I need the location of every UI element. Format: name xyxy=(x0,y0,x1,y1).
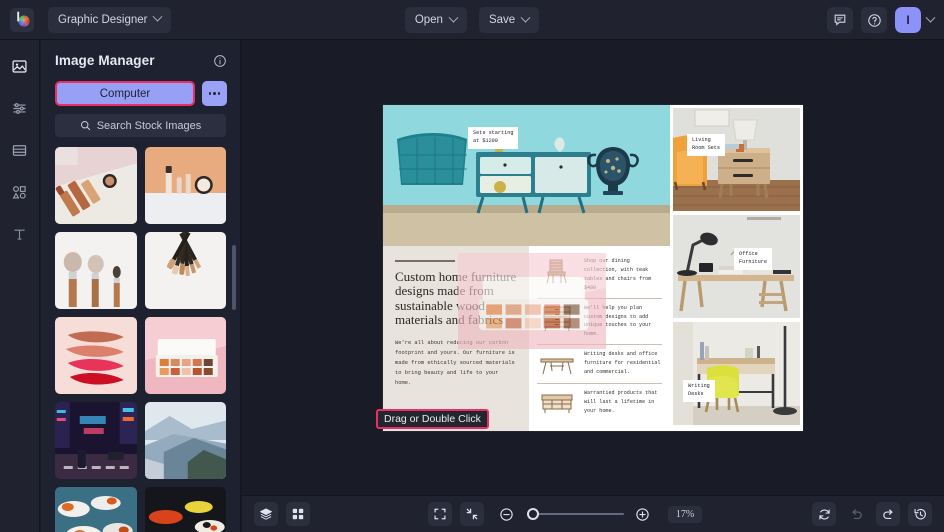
undo-icon[interactable] xyxy=(844,502,868,526)
ellipsis-icon[interactable] xyxy=(202,81,227,106)
mode-menu-button[interactable]: Graphic Designer xyxy=(48,6,172,33)
zoom-slider[interactable] xyxy=(526,508,624,520)
thumbnail-grid xyxy=(55,147,226,532)
hero-image: Sets starting at $1200 xyxy=(383,105,670,246)
reset-icon[interactable] xyxy=(812,502,836,526)
divider xyxy=(395,260,455,262)
save-button[interactable]: Save xyxy=(478,7,540,33)
avatar-chevron-down-icon[interactable] xyxy=(925,12,936,23)
list-item[interactable] xyxy=(55,147,137,224)
top-bar: Graphic Designer Open Save I xyxy=(0,0,944,40)
avatar-initial: I xyxy=(906,13,910,27)
chevron-down-icon xyxy=(153,11,163,22)
source-buttons-row: Computer xyxy=(41,68,240,106)
photo-office-furniture: Office Furniture xyxy=(673,215,800,318)
list-item[interactable] xyxy=(55,402,137,479)
search-placeholder-label: Search Stock Images xyxy=(96,119,202,132)
list-item[interactable] xyxy=(144,147,226,224)
zoom-level-badge[interactable]: 17% xyxy=(667,505,703,523)
bottom-toolbar: 17% xyxy=(242,495,944,532)
zoom-in-icon[interactable] xyxy=(632,503,654,525)
photo-tag: Living Room Sets xyxy=(687,134,726,156)
help-circle-icon[interactable] xyxy=(861,7,887,33)
list-item[interactable] xyxy=(55,317,137,394)
chevron-down-icon xyxy=(448,12,459,23)
list-item[interactable] xyxy=(144,232,226,309)
redo-icon[interactable] xyxy=(876,502,900,526)
list-item[interactable] xyxy=(144,402,226,479)
search-icon xyxy=(80,120,91,131)
sideboard-icon xyxy=(537,389,577,417)
sidebar-item-layouts[interactable] xyxy=(7,137,33,163)
panel-scrollbar[interactable] xyxy=(232,245,236,310)
photo-living-room: Living Room Sets xyxy=(673,108,800,211)
feature-text: Warrantied products that will last a lif… xyxy=(584,390,658,415)
sidebar-item-text[interactable] xyxy=(7,221,33,247)
computer-source-button[interactable]: Computer xyxy=(55,81,195,106)
open-button[interactable]: Open xyxy=(404,7,467,33)
writing-desk-icon xyxy=(537,350,577,378)
photo-tag: Office Furniture xyxy=(734,248,773,270)
canvas-area[interactable]: Sets starting at $1200 Custom home furni… xyxy=(242,40,944,495)
zoom-out-icon[interactable] xyxy=(496,503,518,525)
zoom-slider-handle[interactable] xyxy=(526,508,539,520)
list-item[interactable] xyxy=(144,317,226,394)
photo-writing-desk: Writing Desks xyxy=(673,322,800,425)
app-root: Graphic Designer Open Save I Image Manag… xyxy=(0,0,944,532)
chevron-down-icon xyxy=(520,12,531,23)
sidebar-item-image-manager[interactable] xyxy=(7,53,33,79)
dragged-image-preview[interactable] xyxy=(458,253,606,349)
list-item: Warrantied products that will last a lif… xyxy=(537,383,662,422)
feature-text: Writing desks and office furniture for r… xyxy=(584,351,661,376)
layers-icon[interactable] xyxy=(254,502,278,526)
computer-source-label: Computer xyxy=(99,87,151,100)
color-wheel-logo-icon[interactable] xyxy=(10,7,34,32)
sidebar-item-adjustments[interactable] xyxy=(7,95,33,121)
panel-header: Image Manager xyxy=(41,40,240,68)
shrink-to-fit-button[interactable] xyxy=(459,502,484,526)
photo-column: Living Room Sets Office Furniture Writin… xyxy=(670,105,803,431)
drag-hint-tooltip: Drag or Double Click xyxy=(376,409,489,429)
page-title: Image Manager xyxy=(55,53,155,68)
grid-icon[interactable] xyxy=(286,502,310,526)
avatar[interactable]: I xyxy=(895,7,921,33)
zoom-controls: 17% xyxy=(496,503,703,525)
fit-screen-button[interactable] xyxy=(427,502,452,526)
hero-price-tag: Sets starting at $1200 xyxy=(468,127,519,149)
image-manager-panel: Image Manager Computer Search Stock Imag… xyxy=(41,40,241,532)
save-label: Save xyxy=(488,14,516,26)
tool-rail xyxy=(0,40,40,532)
list-item[interactable] xyxy=(55,232,137,309)
comment-icon[interactable] xyxy=(827,7,853,33)
photo-tag: Writing Desks xyxy=(683,380,715,402)
list-item[interactable] xyxy=(144,487,226,532)
history-icon[interactable] xyxy=(908,502,932,526)
list-item: Writing desks and office furniture for r… xyxy=(537,344,662,383)
open-label: Open xyxy=(414,14,443,26)
sidebar-item-shapes[interactable] xyxy=(7,179,33,205)
artboard[interactable]: Sets starting at $1200 Custom home furni… xyxy=(376,105,803,431)
top-right-actions: I xyxy=(827,0,936,40)
mode-menu-label: Graphic Designer xyxy=(58,13,148,26)
search-stock-images-input[interactable]: Search Stock Images xyxy=(55,114,226,137)
info-circle-icon[interactable] xyxy=(213,54,227,68)
list-item[interactable] xyxy=(55,487,137,532)
